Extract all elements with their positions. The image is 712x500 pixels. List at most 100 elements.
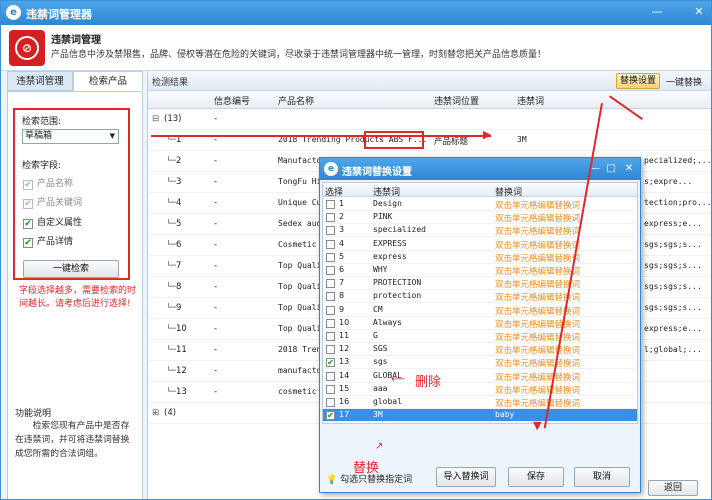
replace-row[interactable]: 11 G 双击单元格编辑替换词 — [323, 330, 637, 343]
replace-row[interactable]: 9 CM 双击单元格编辑替换词 — [323, 304, 637, 317]
expand-icon[interactable]: ⊞ — [152, 408, 159, 418]
tab-search-products[interactable]: 检索产品 — [73, 71, 143, 91]
checkbox-icon[interactable] — [326, 345, 335, 355]
replace-row[interactable]: 12 SGS 双击单元格编辑替换词 — [323, 343, 637, 357]
replace-row-replacement: 双击单元格编辑替换词 — [495, 319, 581, 330]
tree-line: └─ — [166, 303, 177, 313]
replace-row[interactable]: 6 WHY 双击单元格编辑替换词 — [323, 264, 637, 277]
replace-row-word: aaa — [373, 383, 388, 393]
replace-row-replacement: 双击单元格编辑替换词 — [495, 201, 581, 211]
dialog-title: 违禁词替换设置 — [342, 167, 412, 178]
arrow-head-icon: ▶ — [483, 128, 492, 141]
row-word: express;e... — [644, 219, 702, 228]
tab-word-management[interactable]: 违禁词管理 — [7, 71, 73, 91]
group-row[interactable]: ⊟ (13) - — [148, 109, 711, 130]
checkbox-icon[interactable] — [326, 252, 335, 262]
replace-settings-button[interactable]: 替换设置 — [616, 73, 660, 89]
row-number: 13 — [176, 387, 187, 397]
replace-row[interactable]: 1 Design 双击单元格编辑替换词 — [323, 198, 637, 211]
replace-row[interactable]: 7 PROTECTION 双击单元格编辑替换词 — [323, 277, 637, 291]
maximize-icon[interactable]: □ — [604, 162, 618, 176]
replace-row[interactable]: 5 express 双击单元格编辑替换词 — [323, 251, 637, 264]
checkbox-icon[interactable] — [326, 384, 335, 394]
checkbox-icon[interactable] — [326, 305, 335, 315]
checkbox-icon[interactable] — [326, 226, 335, 236]
replace-row-number: 6 — [339, 265, 345, 274]
checkbox-icon[interactable] — [326, 292, 335, 302]
group-dash: - — [214, 114, 218, 124]
row-number: 6 — [176, 240, 182, 250]
replace-row[interactable]: ✔ 17 3M baby — [323, 409, 637, 423]
checkbox-icon[interactable] — [326, 398, 335, 407]
arrow-head-icon: ⟵ — [391, 374, 406, 385]
save-button[interactable]: 保存 — [508, 467, 564, 487]
replace-row-number: 11 — [339, 331, 350, 340]
one-click-search-button[interactable]: 一键检索 — [23, 260, 119, 278]
checkbox-icon[interactable] — [326, 200, 335, 209]
checkbox-icon[interactable] — [326, 266, 335, 275]
tree-line: └─ — [166, 156, 177, 166]
field-label: 检索字段: — [22, 161, 62, 171]
field-checkbox-detail[interactable]: ✔ 产品详情 — [23, 236, 73, 250]
replace-row[interactable]: 15 aaa 双击单元格编辑替换词 — [323, 383, 637, 396]
replace-row-replacement: 双击单元格编辑替换词 — [495, 399, 581, 409]
cancel-button[interactable]: 取消 — [574, 467, 630, 487]
field-checkbox-name[interactable]: ✔ 产品名称 — [23, 178, 73, 192]
replace-row-replacement: 双击单元格编辑替换词 — [495, 333, 581, 343]
field-checkbox-attr[interactable]: ✔ 自定义属性 — [23, 217, 82, 231]
minimize-icon[interactable]: — — [649, 5, 665, 19]
page-description: 产品信息中涉及禁限售，品牌、侵权等潜在危险的关键词，尽收录于违禁词管理器中统一管… — [51, 50, 547, 60]
range-select[interactable]: 草稿箱 ▼ — [22, 129, 119, 144]
replace-row[interactable]: 2 PINK 双击单元格编辑替换词 — [323, 211, 637, 225]
checkbox-icon[interactable]: ✔ — [326, 411, 335, 421]
replace-row[interactable]: 16 global 双击单元格编辑替换词 — [323, 396, 637, 409]
replace-row-number: 17 — [339, 410, 350, 420]
checkbox-icon[interactable] — [326, 371, 335, 381]
row-number: 7 — [176, 261, 182, 271]
row-word: sgs;sgs;s... — [644, 261, 702, 270]
tree-line: └─ — [166, 366, 177, 376]
import-button[interactable]: 导入替换词 — [436, 467, 496, 487]
replace-row[interactable]: 10 Always 双击单元格编辑替换词 — [323, 317, 637, 330]
checkbox-icon[interactable] — [326, 318, 335, 328]
replace-row-word: PINK — [373, 212, 393, 222]
checkbox-icon[interactable] — [326, 279, 335, 289]
replace-row-replacement: 双击单元格编辑替换词 — [495, 306, 581, 317]
row-id: - — [214, 303, 218, 313]
replace-row[interactable]: 4 EXPRESS 双击单元格编辑替换词 — [323, 238, 637, 251]
one-click-replace-button[interactable]: 一键替换 — [666, 75, 702, 88]
checkbox-icon[interactable] — [326, 213, 335, 223]
replace-row-word: protection — [373, 291, 422, 301]
row-id: - — [214, 261, 218, 271]
row-word: sgs;sgs;s... — [644, 303, 702, 312]
table-row[interactable]: └─ 1-2018 Trending Products ABS F... 产品标题 3… — [148, 130, 711, 151]
row-number: 8 — [176, 282, 182, 292]
replace-row[interactable]: 14 GLOBAL 双击单元格编辑替换词 — [323, 370, 637, 383]
checkbox-icon[interactable] — [326, 239, 335, 249]
close-icon[interactable]: ✕ — [622, 162, 636, 176]
field-checkbox-keyword[interactable]: ✔ 产品关键词 — [23, 197, 82, 211]
replace-row[interactable]: ✔ 13 sgs 双击单元格编辑替换词 — [323, 356, 637, 370]
replace-row[interactable]: 8 protection 双击单元格编辑替换词 — [323, 290, 637, 304]
row-id: - — [214, 240, 218, 250]
results-table-header: 信息编号 产品名称 违禁词位置 违禁词 — [148, 91, 711, 109]
checkbox-icon[interactable]: ✔ — [326, 358, 335, 368]
row-number: 4 — [176, 198, 182, 208]
replace-row-word: G — [373, 331, 378, 340]
row-id: - — [214, 345, 218, 355]
replace-row-replacement: 双击单元格编辑替换词 — [495, 253, 581, 264]
back-button[interactable]: 返回 — [648, 480, 698, 496]
replace-row-word: PROTECTION — [373, 278, 422, 288]
checkbox-icon[interactable] — [326, 332, 335, 341]
col-name: 产品名称 — [278, 97, 315, 107]
row-word: tection;pro... — [644, 198, 712, 207]
close-icon[interactable]: ✕ — [691, 5, 707, 19]
replace-row-replacement: 双击单元格编辑替换词 — [495, 359, 581, 370]
arrow-line — [151, 135, 491, 137]
replace-row[interactable]: 3 specialized 双击单元格编辑替换词 — [323, 224, 637, 238]
expand-icon[interactable]: ⊟ — [152, 114, 159, 124]
replace-row-number: 14 — [339, 370, 350, 380]
row-number: 3 — [176, 177, 182, 187]
replace-row-number: 5 — [339, 251, 345, 261]
row-number: 2 — [176, 156, 182, 166]
